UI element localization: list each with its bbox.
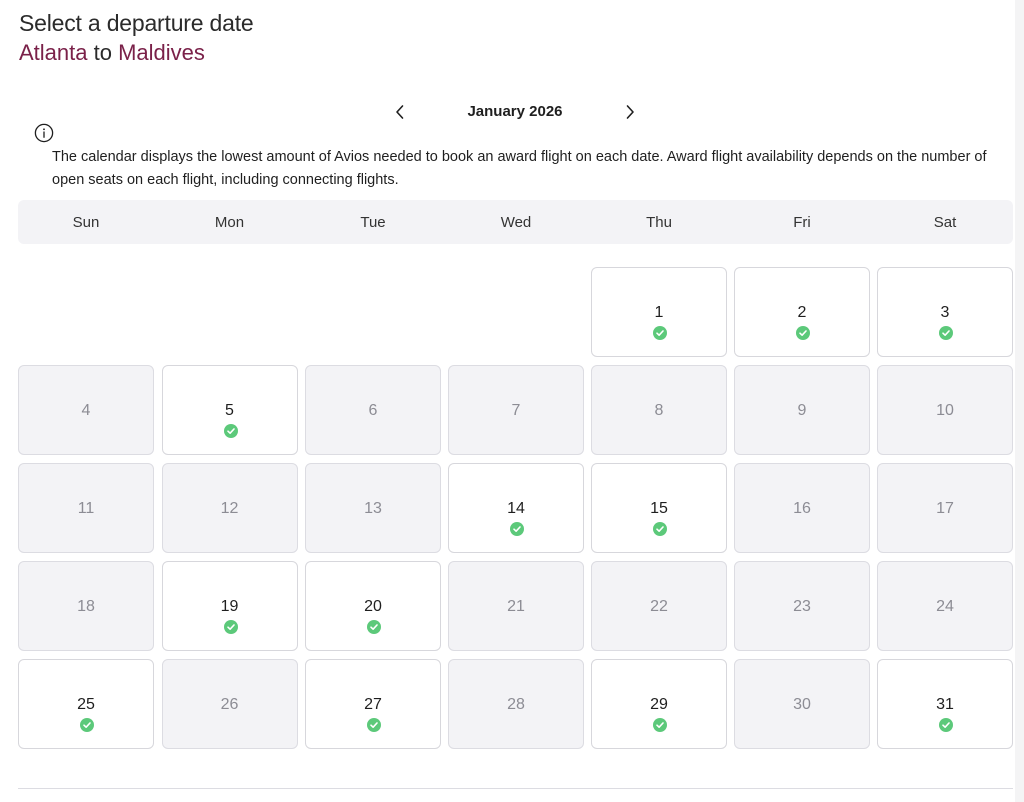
day-cell-2[interactable]: 2	[734, 267, 870, 357]
available-check-icon	[653, 326, 667, 340]
day-number: 3	[940, 304, 950, 321]
day-cell-17[interactable]: 17	[877, 463, 1013, 553]
page-scroll-gutter	[1015, 0, 1024, 802]
day-cell-11[interactable]: 11	[18, 463, 154, 553]
day-number: 25	[77, 696, 95, 713]
day-number: 14	[507, 500, 525, 517]
day-cell-13[interactable]: 13	[305, 463, 441, 553]
day-cell-18[interactable]: 18	[18, 561, 154, 651]
weekday-sun: Sun	[72, 214, 100, 231]
calendar-info-text: The calendar displays the lowest amount …	[52, 149, 987, 188]
day-cell-15[interactable]: 15	[591, 463, 727, 553]
page-title: Select a departure date	[19, 10, 254, 36]
weekday-wed: Wed	[500, 214, 532, 231]
day-cell-12[interactable]: 12	[161, 463, 298, 553]
day-cell-10[interactable]: 10	[877, 365, 1013, 455]
route-connector: to	[93, 40, 112, 65]
day-cell-28[interactable]: 28	[448, 659, 584, 749]
available-check-icon	[223, 424, 238, 438]
day-cell-26[interactable]: 26	[161, 659, 298, 749]
weekday-thu: Thu	[646, 214, 672, 231]
available-check-icon	[653, 522, 667, 536]
day-cell-7[interactable]: 7	[448, 365, 584, 455]
day-number: 12	[220, 500, 239, 517]
day-cell-19[interactable]: 19	[161, 561, 298, 651]
destination-city: Maldives	[118, 40, 205, 65]
day-number: 8	[654, 402, 664, 419]
day-cell-8[interactable]: 8	[591, 365, 727, 455]
day-number: 24	[936, 598, 954, 615]
day-cell-29[interactable]: 29	[591, 659, 727, 749]
day-number: 13	[364, 500, 382, 517]
day-cell-1[interactable]: 1	[591, 267, 727, 357]
weekday-header: Sun Mon Tue Wed Thu Fri Sat	[18, 200, 1013, 244]
info-icon[interactable]	[34, 123, 54, 143]
day-number: 16	[793, 500, 811, 517]
month-navigator: January 2026	[380, 98, 650, 126]
day-number: 17	[936, 500, 954, 517]
day-number: 26	[220, 696, 239, 713]
divider	[18, 788, 1013, 789]
day-number: 27	[364, 696, 382, 713]
day-cell-30[interactable]: 30	[734, 659, 870, 749]
day-number: 5	[225, 402, 234, 419]
day-cell-23[interactable]: 23	[734, 561, 870, 651]
day-number: 6	[368, 402, 378, 419]
available-check-icon	[796, 326, 810, 340]
day-cell-24[interactable]: 24	[877, 561, 1013, 651]
day-number: 29	[650, 696, 668, 713]
next-month-button[interactable]	[616, 98, 644, 126]
day-cell-14[interactable]: 14	[448, 463, 584, 553]
day-number: 11	[77, 500, 95, 517]
day-cell-3[interactable]: 3	[877, 267, 1013, 357]
available-check-icon	[939, 326, 953, 340]
day-cell-6[interactable]: 6	[305, 365, 441, 455]
day-number: 7	[511, 402, 521, 419]
day-cell-20[interactable]: 20	[305, 561, 441, 651]
day-number: 9	[797, 402, 807, 419]
chevron-right-icon	[626, 105, 634, 119]
day-cell-27[interactable]: 27	[305, 659, 441, 749]
available-check-icon	[939, 718, 953, 732]
weekday-mon: Mon	[214, 214, 245, 231]
weekday-tue: Tue	[360, 214, 386, 231]
day-cell-22[interactable]: 22	[591, 561, 727, 651]
day-number: 20	[364, 598, 382, 615]
weekday-sat: Sat	[933, 214, 957, 231]
available-check-icon	[367, 718, 381, 732]
available-check-icon	[653, 718, 667, 732]
origin-city: Atlanta	[19, 40, 88, 65]
day-cell-9[interactable]: 9	[734, 365, 870, 455]
available-check-icon	[510, 522, 524, 536]
day-cell-21[interactable]: 21	[448, 561, 584, 651]
month-label: January 2026	[467, 103, 563, 120]
day-number: 18	[77, 598, 95, 615]
weekday-fri: Fri	[793, 214, 811, 231]
day-number: 21	[507, 598, 525, 615]
day-number: 31	[936, 696, 954, 713]
day-cell-4[interactable]: 4	[18, 365, 154, 455]
day-number: 4	[81, 402, 91, 419]
day-cell-31[interactable]: 31	[877, 659, 1013, 749]
available-check-icon	[223, 620, 238, 634]
day-number: 30	[793, 696, 811, 713]
available-check-icon	[367, 620, 381, 634]
day-number: 1	[654, 304, 664, 321]
available-check-icon	[80, 718, 94, 732]
day-number: 19	[220, 598, 239, 615]
day-number: 10	[936, 402, 954, 419]
day-cell-5[interactable]: 5	[161, 365, 298, 455]
day-number: 22	[650, 598, 668, 615]
day-number: 2	[797, 304, 807, 321]
day-number: 23	[793, 598, 811, 615]
route-line: Atlanta to Maldives	[19, 40, 205, 66]
day-number: 28	[507, 696, 525, 713]
day-cell-25[interactable]: 25	[18, 659, 154, 749]
day-number: 15	[650, 500, 668, 517]
day-cell-16[interactable]: 16	[734, 463, 870, 553]
